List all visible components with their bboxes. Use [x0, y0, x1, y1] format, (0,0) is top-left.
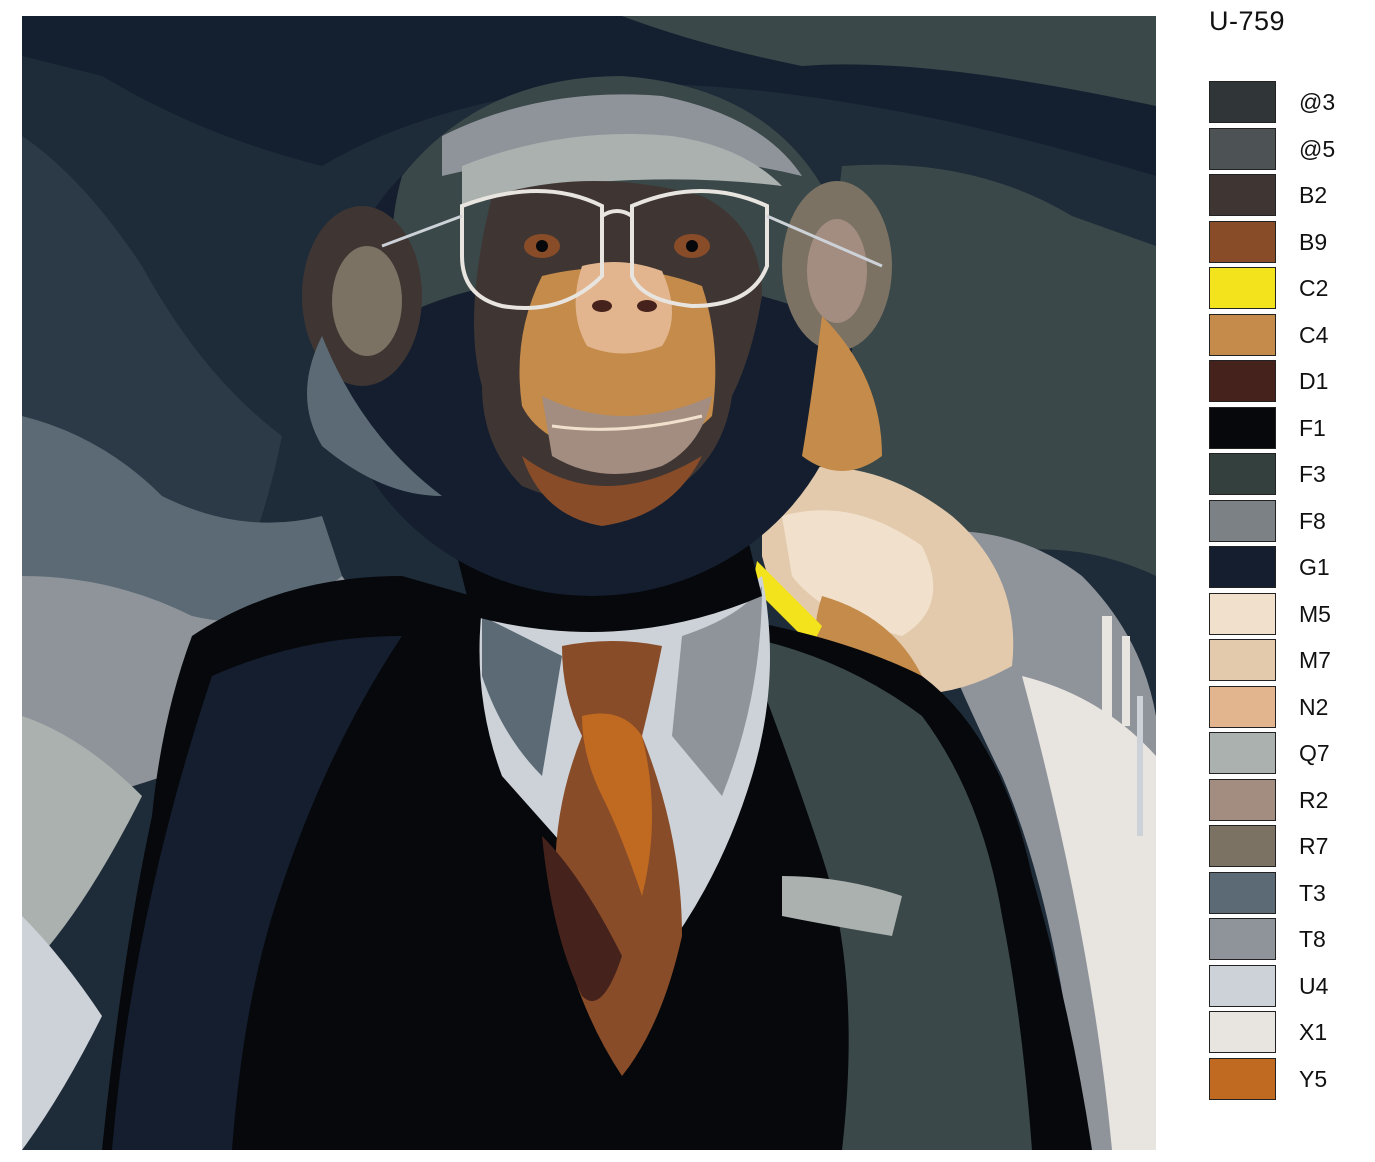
color-swatch — [1209, 267, 1276, 309]
color-code-label: F3 — [1299, 461, 1326, 487]
color-code-label: D1 — [1299, 368, 1329, 394]
color-code-label: @5 — [1299, 135, 1336, 162]
color-code-label: B2 — [1299, 182, 1328, 208]
chimpanzee-portrait-image — [22, 16, 1156, 1150]
palette-row: T8 — [1209, 918, 1359, 962]
color-swatch — [1209, 406, 1276, 449]
palette-row: R2 — [1209, 778, 1359, 823]
color-swatch — [1209, 964, 1276, 1007]
color-code-label: X1 — [1299, 1019, 1328, 1045]
palette-row: B2 — [1209, 174, 1359, 218]
palette-row: D1 — [1209, 360, 1359, 404]
palette-row: U4 — [1209, 964, 1359, 1009]
color-swatch — [1209, 592, 1276, 635]
color-swatch — [1209, 220, 1276, 263]
color-code-label: R2 — [1299, 786, 1329, 813]
palette-row: C2 — [1209, 267, 1359, 311]
palette-row: Y5 — [1209, 1057, 1359, 1102]
color-swatch — [1209, 453, 1276, 495]
color-code-label: B9 — [1299, 228, 1328, 255]
color-swatch — [1209, 825, 1276, 867]
palette-row: R7 — [1209, 825, 1359, 869]
palette-row: N2 — [1209, 685, 1359, 730]
color-swatch — [1209, 732, 1276, 774]
palette-row: C4 — [1209, 313, 1359, 358]
palette-row: F1 — [1209, 406, 1359, 451]
palette-row: @3 — [1209, 81, 1359, 125]
color-swatch — [1209, 918, 1276, 960]
color-swatch — [1209, 685, 1276, 728]
color-swatch — [1209, 360, 1276, 402]
color-swatch — [1209, 81, 1276, 123]
palette-row: M5 — [1209, 592, 1359, 637]
color-code-label: @3 — [1299, 89, 1336, 115]
color-swatch — [1209, 174, 1276, 216]
color-swatch — [1209, 1011, 1276, 1053]
color-code-label: N2 — [1299, 693, 1329, 720]
color-code-label: R7 — [1299, 833, 1329, 859]
color-swatch — [1209, 1057, 1276, 1100]
color-code-label: Y5 — [1299, 1065, 1328, 1092]
color-code-label: F1 — [1299, 414, 1326, 441]
palette-row: X1 — [1209, 1011, 1359, 1055]
color-swatch — [1209, 871, 1276, 914]
color-swatch — [1209, 499, 1276, 542]
color-swatch — [1209, 639, 1276, 681]
color-swatch — [1209, 313, 1276, 356]
palette-row: T3 — [1209, 871, 1359, 916]
color-code-label: C4 — [1299, 321, 1329, 348]
palette-row: Q7 — [1209, 732, 1359, 776]
color-code-label: T3 — [1299, 879, 1326, 906]
palette-row: F8 — [1209, 499, 1359, 544]
color-code-label: M5 — [1299, 600, 1331, 627]
palette-row: F3 — [1209, 453, 1359, 497]
color-code-label: M7 — [1299, 647, 1331, 673]
palette-row: B9 — [1209, 220, 1359, 265]
color-code-label: T8 — [1299, 926, 1326, 952]
color-code-label: F8 — [1299, 507, 1326, 534]
color-code-label: G1 — [1299, 554, 1330, 580]
color-code-label: Q7 — [1299, 740, 1330, 766]
color-swatch — [1209, 127, 1276, 170]
color-swatch — [1209, 778, 1276, 821]
color-swatch — [1209, 546, 1276, 588]
color-code-label: U4 — [1299, 972, 1329, 999]
palette-row: M7 — [1209, 639, 1359, 683]
palette-row: G1 — [1209, 546, 1359, 590]
color-code-label: C2 — [1299, 275, 1329, 301]
palette-row: @5 — [1209, 127, 1359, 172]
pattern-code-title: U-759 — [1209, 6, 1286, 36]
